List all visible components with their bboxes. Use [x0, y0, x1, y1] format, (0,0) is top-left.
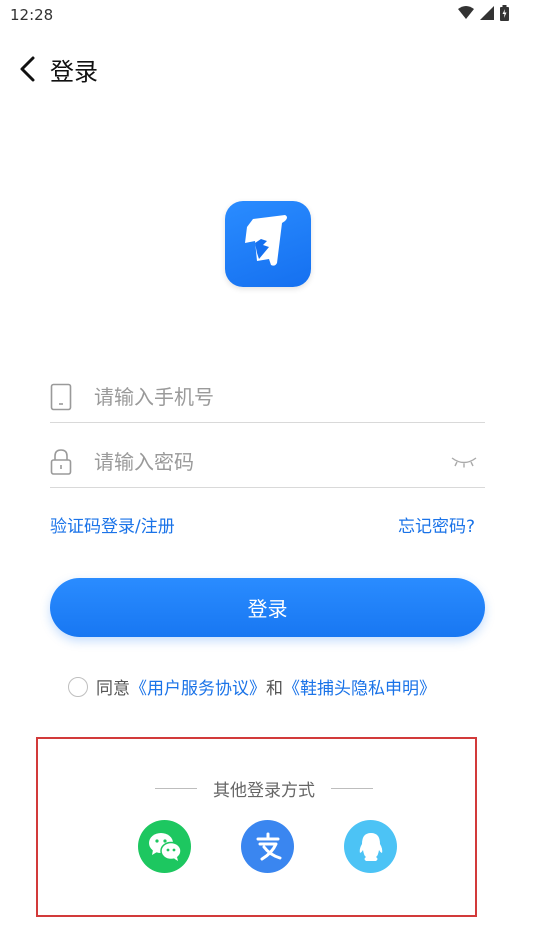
phone-input-row: [50, 372, 485, 423]
battery-icon: [500, 5, 509, 21]
agreement-conjunction: 和: [266, 679, 283, 699]
alipay-login-button[interactable]: [241, 820, 294, 873]
page-title: 登录: [50, 58, 98, 86]
divider-right: [331, 788, 373, 789]
app-logo: [225, 201, 311, 287]
login-button[interactable]: 登录: [50, 578, 485, 637]
phone-input[interactable]: [94, 377, 485, 417]
alipay-icon: [256, 832, 281, 860]
password-input[interactable]: [94, 442, 449, 482]
eye-closed-icon[interactable]: [449, 454, 479, 470]
lock-icon: [50, 448, 72, 476]
divider-left: [155, 788, 197, 789]
qq-login-button[interactable]: [344, 820, 397, 873]
privacy-link[interactable]: 《鞋捕头隐私申明》: [283, 674, 436, 699]
signal-icon: [480, 6, 494, 20]
agreement-checkbox[interactable]: [68, 676, 88, 697]
agreement-row: 同意 《用户服务协议》 和 《鞋捕头隐私申明》: [68, 674, 436, 699]
user-agreement-link[interactable]: 《用户服务协议》: [130, 674, 266, 699]
other-login-title: 其他登录方式: [213, 781, 315, 801]
phone-icon: [50, 383, 72, 411]
sms-login-link[interactable]: 验证码登录/注册: [50, 512, 175, 537]
wifi-icon: [458, 6, 474, 19]
status-time: 12:28: [10, 6, 54, 24]
qq-icon: [359, 832, 382, 861]
status-icons: [458, 5, 509, 21]
forgot-password-link[interactable]: 忘记密码?: [398, 512, 475, 537]
password-input-row: [50, 437, 485, 488]
wechat-icon: [148, 832, 182, 861]
wechat-login-button[interactable]: [138, 820, 191, 873]
back-button[interactable]: [14, 52, 44, 86]
chevron-left-icon: [20, 56, 35, 82]
other-login-header: 其他登录方式: [155, 776, 373, 801]
agreement-prefix: 同意: [96, 679, 130, 699]
